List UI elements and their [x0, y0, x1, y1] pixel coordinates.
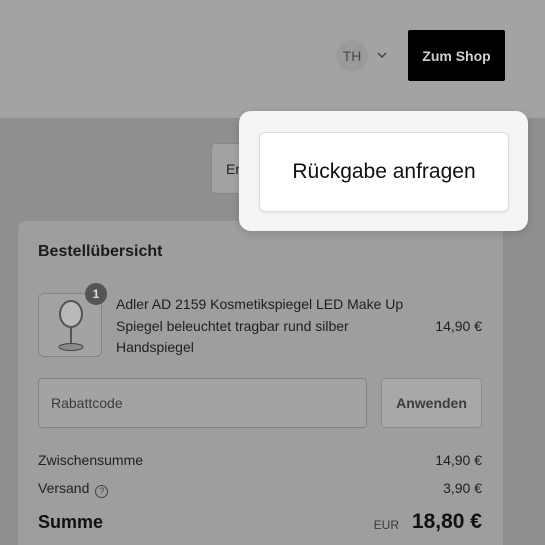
shipping-row: Versand?: [38, 480, 109, 498]
request-return-button[interactable]: Rückgabe anfragen: [259, 132, 509, 212]
order-summary-panel: Bestellübersicht 1 Adler AD 2159 Kosmeti…: [18, 221, 503, 545]
coupon-input[interactable]: Rabattcode: [38, 378, 367, 428]
user-avatar[interactable]: TH: [336, 40, 368, 72]
product-price: 14,90 €: [435, 318, 482, 334]
chevron-down-icon[interactable]: [375, 48, 389, 62]
return-highlight-card: Rückgabe anfragen: [239, 111, 528, 231]
shipping-value: 3,90 €: [443, 480, 482, 496]
shipping-label: Versand: [38, 480, 90, 496]
shop-button[interactable]: Zum Shop: [408, 30, 505, 81]
page-header: TH Zum Shop: [0, 0, 545, 118]
product-name: Adler AD 2159 Kosmetikspiegel LED Make U…: [116, 296, 404, 355]
total-label: Summe: [38, 512, 104, 532]
summary-title: Bestellübersicht: [38, 243, 163, 260]
subtotal-value: 14,90 €: [435, 452, 482, 468]
apply-coupon-button[interactable]: Anwenden: [381, 378, 482, 428]
quantity-badge: 1: [85, 283, 107, 305]
subtotal-label: Zwischensumme: [38, 452, 144, 468]
question-icon[interactable]: ?: [95, 485, 109, 498]
currency-label: EUR: [373, 518, 399, 532]
total-value: 18,80 €: [411, 510, 482, 533]
